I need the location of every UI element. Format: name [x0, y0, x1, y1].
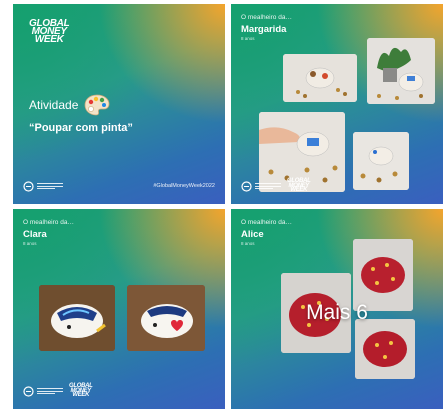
- org-name-placeholder: [37, 388, 63, 394]
- child-age: 8 anos: [241, 36, 255, 41]
- palette-icon: [84, 94, 110, 116]
- tile-footer: GLOBAL MONEY WEEK: [241, 178, 433, 194]
- org-logo-icon: [23, 385, 34, 397]
- child-name: Margarida: [241, 24, 287, 35]
- child-name: Alice: [241, 229, 264, 240]
- piggy-bank-photo[interactable]: [355, 319, 415, 379]
- tile-subtitle: O mealheiro da…: [241, 14, 292, 21]
- more-photos-overlay[interactable]: Mais 6: [231, 301, 443, 325]
- tile-alice[interactable]: O mealheiro da… Alice 8 anos Mais 6: [231, 209, 443, 409]
- piggy-bank-photo[interactable]: [283, 54, 357, 102]
- photo-grid: GLOBAL MONEY WEEK Atividade “Poupar com …: [13, 4, 443, 409]
- tile-margarida[interactable]: O mealheiro da… Margarida 8 anos GLOBAL …: [231, 4, 443, 204]
- child-name: Clara: [23, 229, 47, 240]
- activity-label: Atividade: [29, 98, 79, 112]
- tile-footer: GLOBAL MONEY WEEK: [23, 383, 215, 399]
- child-age: 8 anos: [23, 241, 37, 246]
- global-money-week-logo: GLOBAL MONEY WEEK: [69, 382, 93, 399]
- tile-clara[interactable]: O mealheiro da… Clara 8 anos GLOBAL MONE…: [13, 209, 225, 409]
- tile-subtitle: O mealheiro da…: [23, 219, 74, 226]
- activity-heading: Atividade: [29, 94, 110, 116]
- global-money-week-logo: GLOBAL MONEY WEEK: [29, 18, 70, 46]
- org-name-placeholder: [37, 183, 63, 189]
- org-name-placeholder: [255, 183, 281, 189]
- activity-title: “Poupar com pinta”: [29, 122, 133, 134]
- org-logo-icon: [23, 180, 34, 192]
- plant-piggy-photo[interactable]: [367, 38, 435, 104]
- org-logo-icon: [241, 180, 252, 192]
- tile-subtitle: O mealheiro da…: [241, 219, 292, 226]
- piggy-bank-photo[interactable]: [39, 285, 115, 351]
- tile-activity-cover[interactable]: GLOBAL MONEY WEEK Atividade “Poupar com …: [13, 4, 225, 204]
- tile-footer: #GlobalMoneyWeek2022: [23, 178, 215, 194]
- global-money-week-logo: GLOBAL MONEY WEEK: [287, 177, 311, 194]
- child-age: 8 anos: [241, 241, 255, 246]
- piggy-heart-photo[interactable]: [127, 285, 205, 351]
- hashtag-label: #GlobalMoneyWeek2022: [153, 183, 215, 189]
